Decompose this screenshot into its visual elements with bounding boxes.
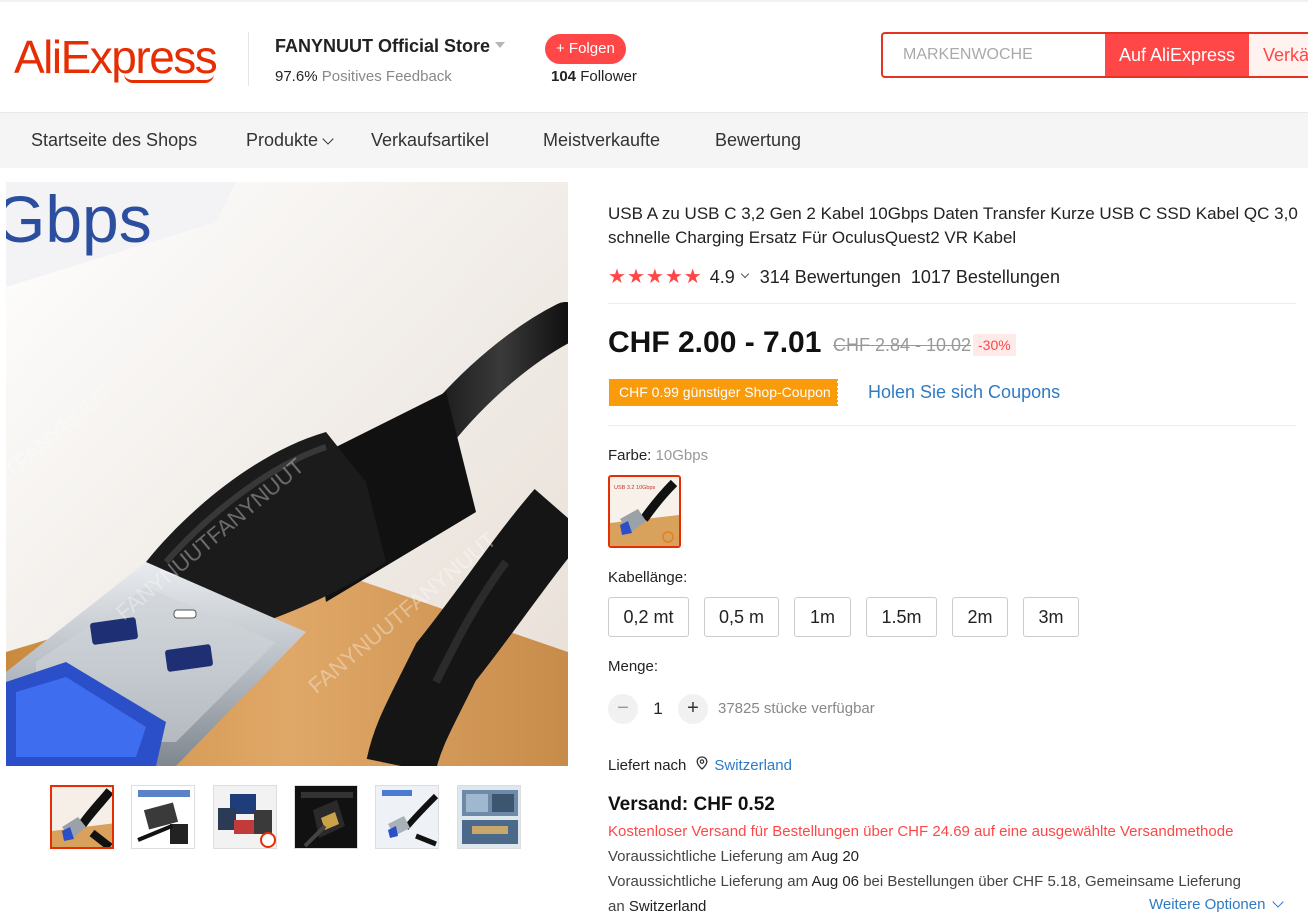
more-options-label: Weitere Optionen [1149,896,1266,913]
nav-item-sale[interactable]: Verkaufsartikel [371,113,489,168]
header: AliExpress FANYNUUT Official Store 97.6%… [0,2,1308,113]
deliver-country-link[interactable]: Switzerland [714,757,792,774]
color-selected-value: 10Gbps [655,447,709,464]
follow-button[interactable]: + Folgen [545,34,626,64]
length-option-0-2m[interactable]: 0,2 mt [608,597,689,637]
thumbnail-6[interactable] [457,785,521,849]
get-coupons-link[interactable]: Holen Sie sich Coupons [868,382,1060,403]
follower-count: 104 Follower [551,68,637,85]
delivery-estimate-2: Voraussichtliche Lieferung am Aug 06 bei… [608,870,1288,894]
store-dropdown-icon[interactable] [495,42,505,48]
nav-item-home[interactable]: Startseite des Shops [31,113,197,168]
search-input[interactable] [883,34,1123,76]
shipping-cost: Versand: CHF 0.52 [608,794,775,815]
thumbnail-2[interactable] [131,785,195,849]
estimate-suffix: bei Bestellungen über CHF 5.18, Gemeinsa… [863,873,1241,890]
search-store-button[interactable]: Verkä [1249,34,1308,76]
nav-item-bestsellers[interactable]: Meistverkaufte [543,113,660,168]
feedback-label: Positives Feedback [321,68,452,85]
follower-label: Follower [580,68,637,85]
store-nav: Startseite des Shops Produkte Verkaufsar… [0,113,1308,168]
quantity-increase-button[interactable]: + [678,694,708,724]
star-icon: ★ [664,266,683,288]
length-option-1m[interactable]: 1m [794,597,851,637]
estimate-date: Aug 06 [811,873,860,890]
search-aliexpress-button[interactable]: Auf AliExpress [1105,34,1249,76]
more-shipping-options-link[interactable]: Weitere Optionen [1149,895,1285,913]
deliver-to-label: Liefert nach [608,756,687,774]
swatch-text: USB 3.2 10Gbps [614,485,656,491]
logo-swoosh [124,74,214,83]
rating-value[interactable]: 4.9 [710,267,735,288]
original-price: CHF 2.84 - 10.02 [833,335,972,355]
color-label-text: Farbe: [608,447,652,464]
chevron-down-icon [322,133,334,145]
length-option-0-5m[interactable]: 0,5 m [704,597,779,637]
image-text: Gbps [6,182,152,256]
color-option-10gbps[interactable]: USB 3.2 10Gbps [608,475,681,548]
estimate-prefix: Voraussichtliche Lieferung am [608,873,809,890]
length-option-3m[interactable]: 3m [1023,597,1079,637]
stock-available: 37825 stücke verfügbar [718,700,875,717]
free-shipping-note: Kostenloser Versand für Bestellungen übe… [608,823,1234,840]
color-label: Farbe: 10Gbps [608,447,708,464]
estimate-line2-prefix: an [608,898,625,915]
star-icon: ★ [608,266,626,288]
location-pin-icon [696,756,708,774]
thumbnail-1[interactable] [50,785,114,849]
nav-label: Produkte [246,130,319,150]
divider [608,425,1296,426]
star-icon: ★ [626,266,645,288]
nav-item-products[interactable]: Produkte [246,113,334,168]
header-divider [248,32,249,86]
store-feedback: 97.6% Positives Feedback [275,68,452,85]
nav-label: Bewertung [715,130,802,150]
chevron-down-icon[interactable] [740,269,749,279]
cable-length-label: Kabellänge: [608,569,688,586]
search-bar: Auf AliExpress Verkä [881,32,1308,78]
price: CHF 2.00 - 7.01 [608,326,822,359]
rating-row: ★ ★ ★ ★ ★ 4.9 314 Bewertungen 1017 Beste… [608,265,1060,289]
shop-coupon-badge[interactable]: CHF 0.99 günstiger Shop-Coupon [609,379,839,406]
nav-label: Meistverkaufte [543,130,661,150]
thumbnail-5[interactable] [375,785,439,849]
thumbnail-3[interactable] [213,785,277,849]
divider [608,303,1296,304]
rating-stars: ★ ★ ★ ★ ★ [608,267,702,287]
chevron-down-icon [1272,895,1285,908]
deliver-to: Liefert nach Switzerland [608,756,792,774]
store-name[interactable]: FANYNUUT Official Store [275,36,490,57]
nav-label: Verkaufsartikel [371,130,490,150]
discount-badge: -30% [973,334,1016,356]
star-icon: ★ [683,266,702,288]
estimate-line2-country: Switzerland [628,898,707,915]
product-main-image[interactable]: Gbps FANYNUUTFANYNUUT FANYNUUTFANYNUUT F… [6,182,568,766]
follower-number: 104 [551,68,577,85]
order-count: 1017 Bestellungen [910,266,1060,287]
delivery-estimate-1: Voraussichtliche Lieferung am Aug 20 [608,845,859,869]
length-option-2m[interactable]: 2m [952,597,1008,637]
nav-label: Startseite des Shops [31,130,198,150]
quantity-label: Menge: [608,658,659,675]
estimate-date: Aug 20 [811,848,860,865]
estimate-prefix: Voraussichtliche Lieferung am [608,848,809,865]
product-title: USB A zu USB C 3,2 Gen 2 Kabel 10Gbps Da… [608,204,1298,247]
star-icon: ★ [645,266,664,288]
nav-item-reviews[interactable]: Bewertung [715,113,801,168]
quantity-decrease-button[interactable]: − [608,694,638,724]
review-count[interactable]: 314 Bewertungen [760,267,901,288]
length-option-1-5m[interactable]: 1.5m [866,597,937,637]
quantity-value[interactable]: 1 [645,699,671,719]
feedback-value: 97.6% [275,68,318,85]
delivery-estimate-2-line2: an Switzerland [608,895,706,919]
thumbnail-4[interactable] [294,785,358,849]
